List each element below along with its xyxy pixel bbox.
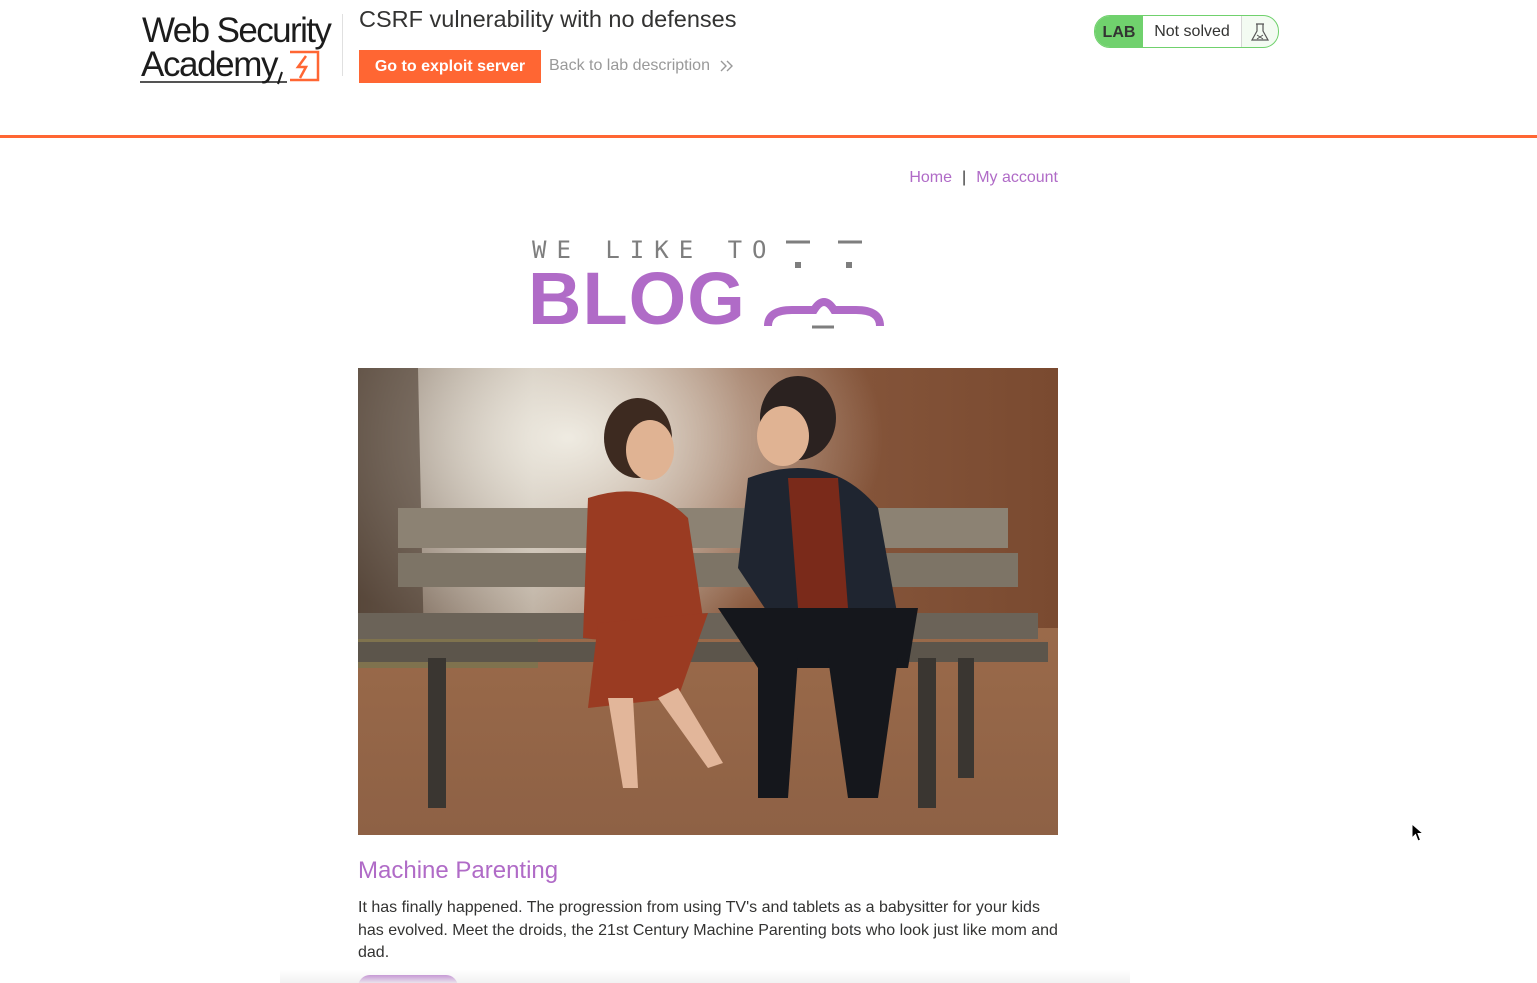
flask-icon	[1242, 16, 1278, 47]
blog-face-icon	[764, 240, 884, 329]
nav-home-link[interactable]: Home	[909, 169, 952, 186]
lab-title: CSRF vulnerability with no defenses	[359, 6, 737, 32]
post-summary: It has finally happened. The progression…	[358, 899, 1058, 961]
post-image[interactable]	[358, 368, 1058, 835]
post-title-link[interactable]: Machine Parenting	[358, 857, 558, 885]
nav-separator: |	[962, 169, 967, 186]
logo-mark-icon	[140, 50, 320, 85]
lab-status-text: Not solved	[1143, 16, 1241, 47]
back-to-lab-description-link[interactable]: Back to lab description	[549, 57, 734, 75]
lab-tag: LAB	[1095, 16, 1143, 47]
header-divider	[342, 14, 343, 76]
blog-nav: Home | My account	[909, 169, 1058, 187]
go-to-exploit-server-button[interactable]: Go to exploit server	[359, 50, 541, 83]
nav-my-account-link[interactable]: My account	[976, 169, 1058, 186]
mouse-cursor-icon	[1411, 823, 1425, 842]
web-security-academy-logo[interactable]: Web Security Academy	[140, 12, 340, 86]
blog-banner: WE LIKE TO BLOG	[528, 234, 888, 340]
banner-blog-word: BLOG	[528, 257, 746, 340]
double-chevron-right-icon	[720, 60, 734, 72]
back-link-label: Back to lab description	[549, 57, 710, 74]
lab-status-widget: LAB Not solved	[1094, 15, 1279, 48]
view-post-button[interactable]: View post	[358, 975, 458, 983]
academy-header: Web Security Academy CSRF vulnerability …	[0, 0, 1537, 138]
